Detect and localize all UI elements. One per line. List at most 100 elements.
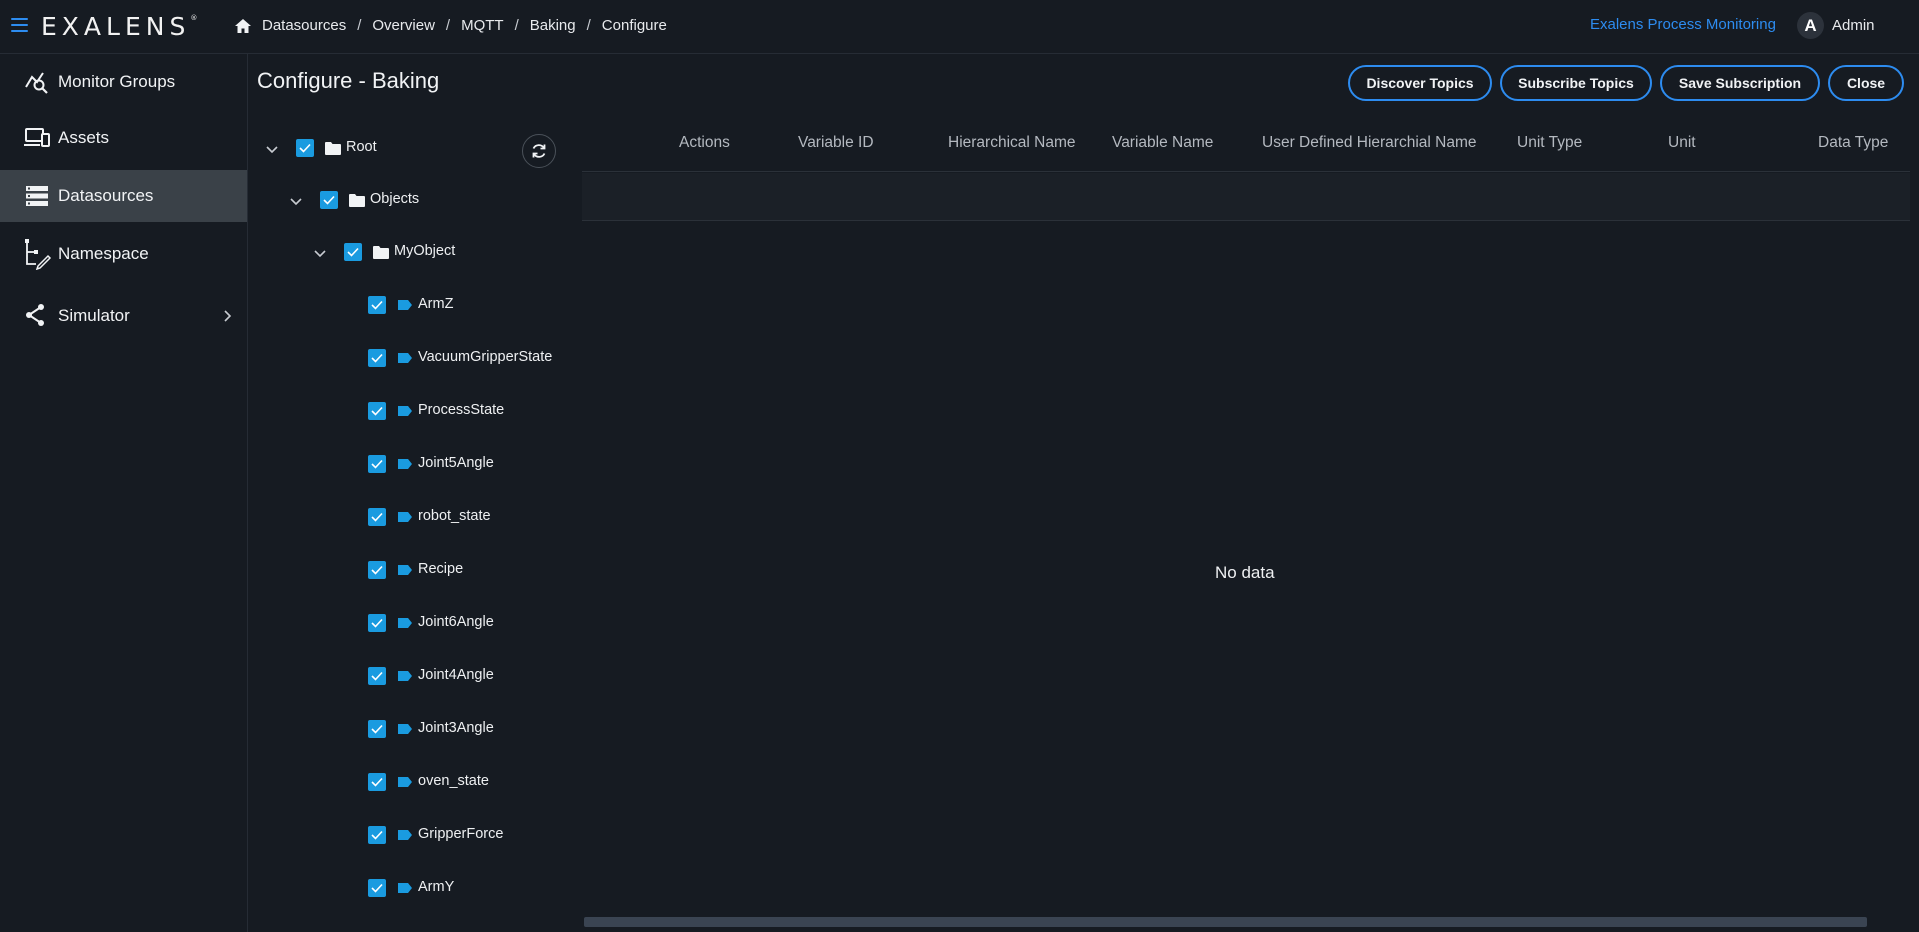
- column-header-variable-id[interactable]: Variable ID: [798, 134, 874, 152]
- table-filter-row: [582, 173, 1910, 221]
- tree-checkbox[interactable]: [320, 191, 338, 209]
- avatar[interactable]: A: [1797, 12, 1824, 39]
- chevron-down-icon[interactable]: [289, 195, 303, 206]
- tree-checkbox[interactable]: [368, 667, 386, 685]
- breadcrumb-overview[interactable]: Overview: [372, 17, 435, 34]
- user-name[interactable]: Admin: [1832, 17, 1875, 34]
- breadcrumb-separator: /: [445, 17, 451, 34]
- tree-checkbox[interactable]: [368, 826, 386, 844]
- breadcrumb-separator: /: [586, 17, 591, 34]
- tag-icon: [397, 511, 413, 525]
- refresh-icon: [532, 144, 546, 158]
- tree-checkbox[interactable]: [368, 402, 386, 420]
- tree-node-label: VacuumGripperState: [418, 349, 553, 365]
- monitor-groups-icon: [25, 72, 48, 94]
- tree-node-label: GripperForce: [418, 826, 504, 842]
- tag-icon: [397, 670, 413, 684]
- column-header-data-type[interactable]: Data Type: [1818, 134, 1888, 152]
- tree-checkbox[interactable]: [368, 773, 386, 791]
- tree-node-label: robot_state: [418, 508, 491, 524]
- sidebar-item-datasources[interactable]: Datasources: [0, 170, 247, 222]
- tree-checkbox[interactable]: [368, 455, 386, 473]
- tree-node-label: Root: [346, 139, 377, 155]
- tag-icon: [397, 776, 413, 790]
- tree-node-label: Joint3Angle: [418, 720, 494, 736]
- breadcrumb-datasources[interactable]: Datasources: [262, 17, 346, 34]
- sidebar-item-monitor-groups[interactable]: Monitor Groups: [0, 56, 247, 108]
- sidebar-item-simulator[interactable]: Simulator: [0, 290, 247, 342]
- tree-node-label: ProcessState: [418, 402, 505, 418]
- column-header-actions[interactable]: Actions: [679, 134, 730, 152]
- chevron-right-icon[interactable]: [221, 310, 233, 322]
- sidebar-item-label: Assets: [58, 128, 110, 147]
- column-header-user-defined-name[interactable]: User Defined Hierarchial Name: [1262, 134, 1477, 152]
- tag-icon: [397, 617, 413, 631]
- close-button[interactable]: Close: [1828, 65, 1904, 101]
- sidebar-item-assets[interactable]: Assets: [0, 112, 247, 164]
- breadcrumb-mqtt[interactable]: MQTT: [461, 17, 504, 34]
- app-name-link[interactable]: Exalens Process Monitoring: [1590, 16, 1776, 33]
- sidebar-item-namespace[interactable]: Namespace: [0, 228, 247, 280]
- breadcrumb: Datasources / Overview / MQTT / Baking /…: [234, 17, 667, 34]
- sidebar: Monitor Groups Assets Datasources Namesp…: [0, 54, 248, 932]
- tree-node-label: MyObject: [394, 243, 456, 259]
- sidebar-item-label: Datasources: [58, 186, 154, 205]
- tag-icon: [397, 882, 413, 896]
- breadcrumb-separator: /: [357, 17, 362, 34]
- folder-icon: [325, 141, 341, 155]
- tree-checkbox[interactable]: [368, 349, 386, 367]
- column-header-hierarchical-name[interactable]: Hierarchical Name: [948, 134, 1075, 152]
- empty-state-text: No data: [1215, 563, 1275, 582]
- user-menu[interactable]: A Admin: [1797, 12, 1875, 39]
- exalens-logo[interactable]: EXALENS®: [41, 12, 197, 41]
- namespace-icon: [25, 239, 52, 270]
- tree-checkbox[interactable]: [368, 720, 386, 738]
- datasources-icon: [26, 186, 48, 206]
- tree-node-label: ArmY: [418, 879, 455, 895]
- tree-checkbox[interactable]: [296, 139, 314, 157]
- tree-node-label: ArmZ: [418, 296, 454, 312]
- tag-icon: [397, 564, 413, 578]
- subscribe-topics-button[interactable]: Subscribe Topics: [1500, 65, 1652, 101]
- page-title: Configure - Baking: [257, 68, 440, 93]
- assets-icon: [24, 128, 50, 147]
- folder-icon: [373, 245, 389, 259]
- menu-icon[interactable]: [11, 18, 28, 32]
- tree-node-label: oven_state: [418, 773, 489, 789]
- tree-node-label: Joint4Angle: [418, 667, 494, 683]
- tag-icon: [397, 723, 413, 737]
- tag-icon: [397, 352, 413, 366]
- folder-icon: [349, 193, 365, 207]
- sidebar-item-label: Namespace: [58, 244, 149, 263]
- tag-icon: [397, 458, 413, 472]
- table-header: Actions Variable ID Hierarchical Name Va…: [582, 115, 1910, 172]
- tree-node-label: Recipe: [418, 561, 464, 577]
- breadcrumb-baking[interactable]: Baking: [530, 17, 576, 34]
- sidebar-item-label: Simulator: [58, 306, 130, 325]
- column-header-unit[interactable]: Unit: [1668, 134, 1696, 152]
- tree-checkbox[interactable]: [368, 508, 386, 526]
- column-header-variable-name[interactable]: Variable Name: [1112, 134, 1213, 152]
- sidebar-item-label: Monitor Groups: [58, 72, 176, 91]
- tag-icon: [397, 829, 413, 843]
- tree-node-label: Joint6Angle: [418, 614, 494, 630]
- home-icon[interactable]: [234, 18, 252, 34]
- column-header-unit-type[interactable]: Unit Type: [1517, 134, 1582, 152]
- discover-topics-button[interactable]: Discover Topics: [1348, 65, 1492, 101]
- tree-checkbox[interactable]: [368, 296, 386, 314]
- refresh-button[interactable]: [522, 134, 556, 168]
- tree-node-label: Objects: [370, 191, 420, 207]
- simulator-icon: [26, 304, 44, 326]
- chevron-down-icon[interactable]: [313, 247, 327, 258]
- top-bar: EXALENS® Datasources / Overview / MQTT /…: [0, 0, 1919, 54]
- chevron-down-icon[interactable]: [265, 143, 279, 154]
- breadcrumb-configure: Configure: [601, 17, 667, 34]
- tree-checkbox[interactable]: [368, 561, 386, 579]
- tree-node-label: Joint5Angle: [418, 455, 494, 471]
- tag-icon: [397, 299, 413, 313]
- tree-checkbox[interactable]: [368, 614, 386, 632]
- horizontal-scrollbar[interactable]: [584, 917, 1867, 927]
- save-subscription-button[interactable]: Save Subscription: [1660, 65, 1820, 101]
- tree-checkbox[interactable]: [344, 243, 362, 261]
- tree-checkbox[interactable]: [368, 879, 386, 897]
